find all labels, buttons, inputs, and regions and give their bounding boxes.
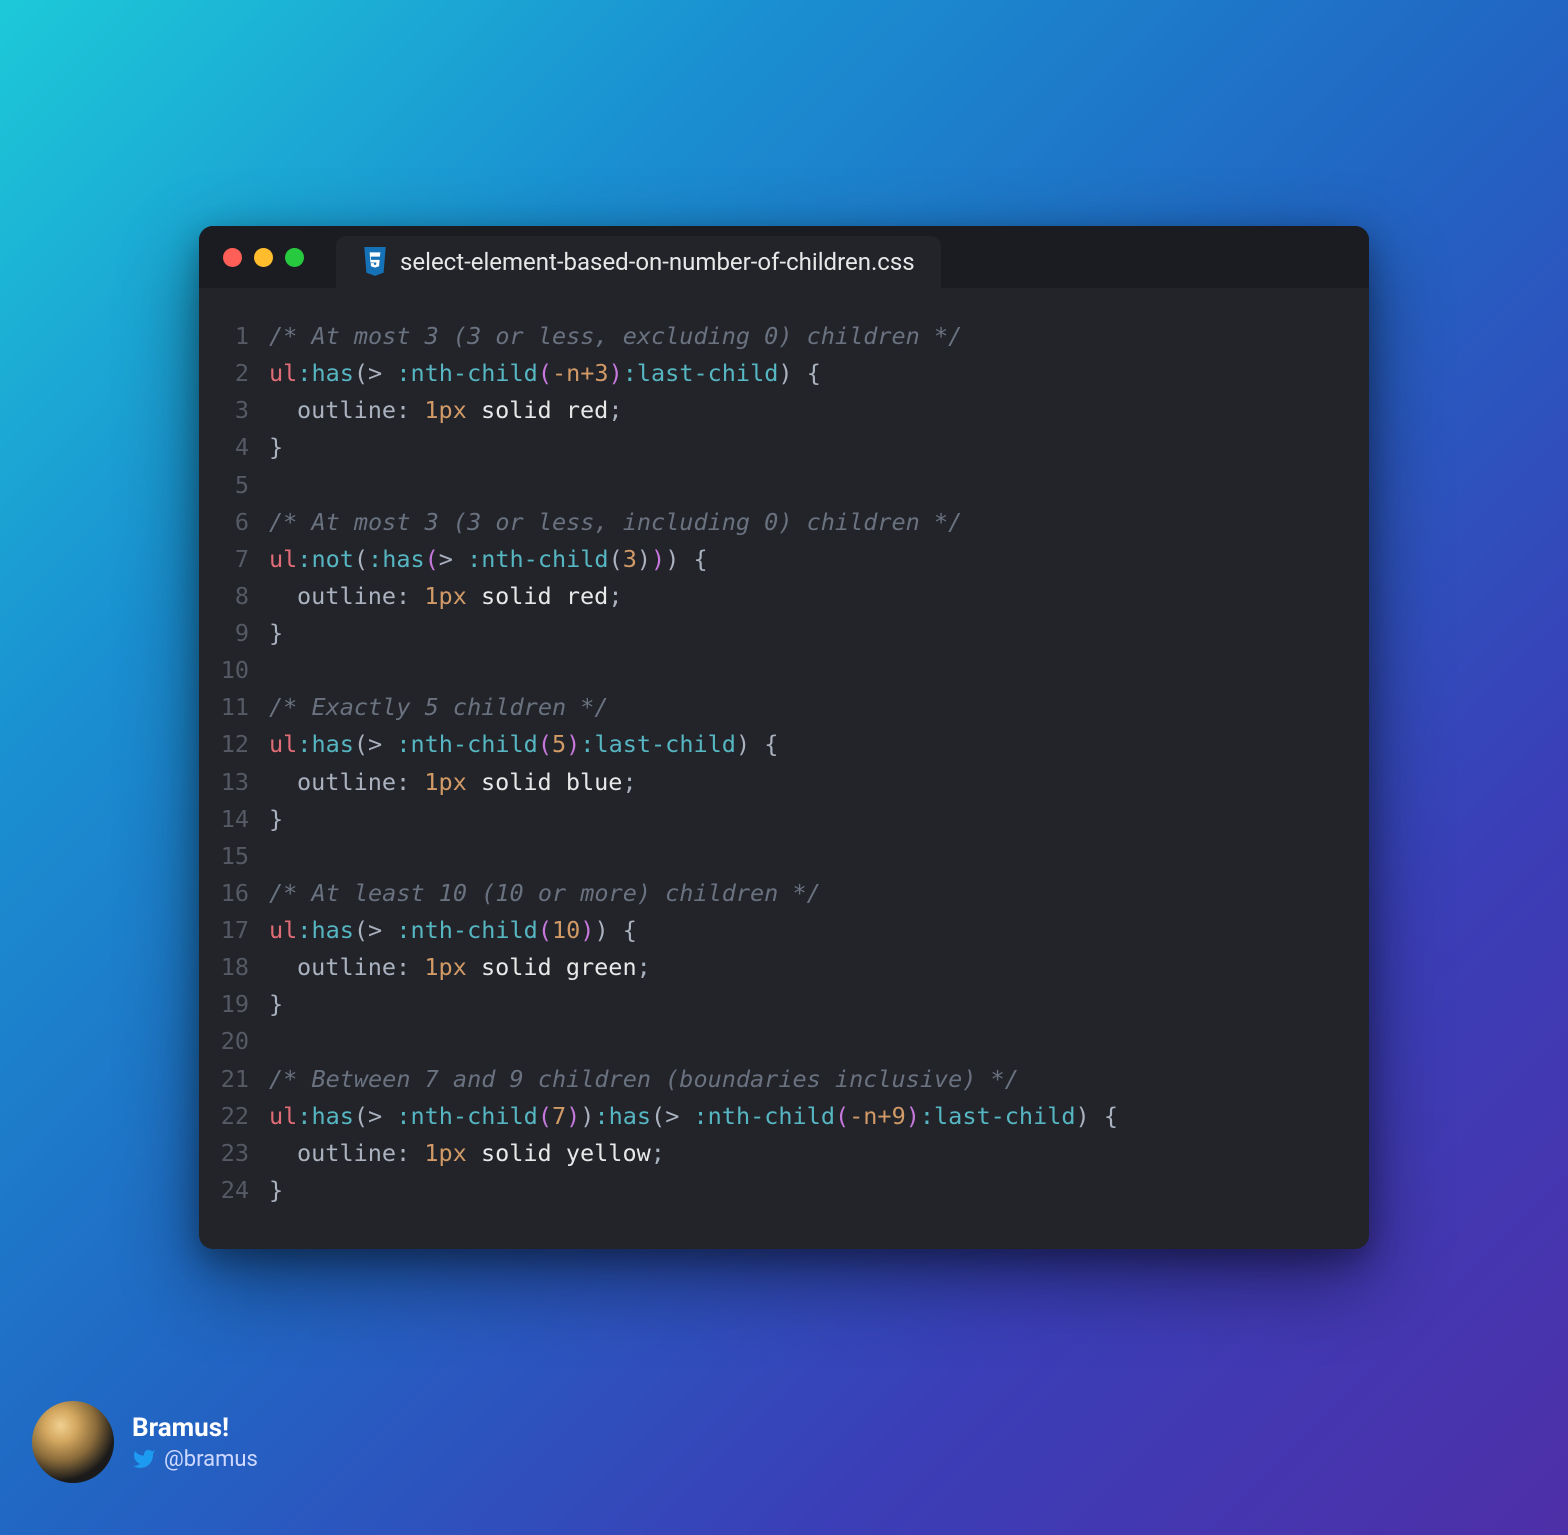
line-number: 14 bbox=[219, 801, 269, 838]
line-number: 12 bbox=[219, 726, 269, 763]
line-number: 21 bbox=[219, 1061, 269, 1098]
line-number: 13 bbox=[219, 764, 269, 801]
line-number: 1 bbox=[219, 318, 269, 355]
line-number: 5 bbox=[219, 467, 269, 504]
author-name: Bramus! bbox=[132, 1413, 258, 1443]
line-number: 7 bbox=[219, 541, 269, 578]
maximize-icon[interactable] bbox=[285, 248, 304, 267]
line-number: 18 bbox=[219, 949, 269, 986]
line-number: 2 bbox=[219, 355, 269, 392]
handle-text: @bramus bbox=[164, 1447, 258, 1472]
file-tab[interactable]: select-element-based-on-number-of-childr… bbox=[336, 236, 941, 288]
line-number: 23 bbox=[219, 1135, 269, 1172]
code-comment: /* At most 3 (3 or less, excluding 0) ch… bbox=[269, 322, 962, 350]
line-number: 8 bbox=[219, 578, 269, 615]
line-number: 10 bbox=[219, 652, 269, 689]
line-number: 17 bbox=[219, 912, 269, 949]
window-controls bbox=[223, 248, 304, 267]
code-comment: /* Between 7 and 9 children (boundaries … bbox=[269, 1065, 1019, 1093]
author-attribution: Bramus! @bramus bbox=[32, 1401, 258, 1483]
line-number: 24 bbox=[219, 1172, 269, 1209]
line-number: 3 bbox=[219, 392, 269, 429]
code-comment: /* At most 3 (3 or less, including 0) ch… bbox=[269, 508, 962, 536]
author-handle[interactable]: @bramus bbox=[132, 1447, 258, 1472]
minimize-icon[interactable] bbox=[254, 248, 273, 267]
twitter-icon bbox=[132, 1447, 156, 1471]
line-number: 16 bbox=[219, 875, 269, 912]
line-number: 4 bbox=[219, 429, 269, 466]
line-number: 6 bbox=[219, 504, 269, 541]
line-number: 11 bbox=[219, 689, 269, 726]
code-comment: /* Exactly 5 children */ bbox=[269, 693, 609, 721]
line-number: 22 bbox=[219, 1098, 269, 1135]
tab-filename: select-element-based-on-number-of-childr… bbox=[400, 248, 915, 276]
line-number: 9 bbox=[219, 615, 269, 652]
line-number: 19 bbox=[219, 986, 269, 1023]
line-number: 20 bbox=[219, 1023, 269, 1060]
code-editor[interactable]: 1/* At most 3 (3 or less, excluding 0) c… bbox=[199, 288, 1369, 1249]
avatar[interactable] bbox=[32, 1401, 114, 1483]
window-titlebar: select-element-based-on-number-of-childr… bbox=[199, 226, 1369, 288]
code-window: select-element-based-on-number-of-childr… bbox=[199, 226, 1369, 1249]
author-info: Bramus! @bramus bbox=[132, 1413, 258, 1472]
css-file-icon bbox=[362, 247, 388, 277]
code-comment: /* At least 10 (10 or more) children */ bbox=[269, 879, 821, 907]
close-icon[interactable] bbox=[223, 248, 242, 267]
line-number: 15 bbox=[219, 838, 269, 875]
